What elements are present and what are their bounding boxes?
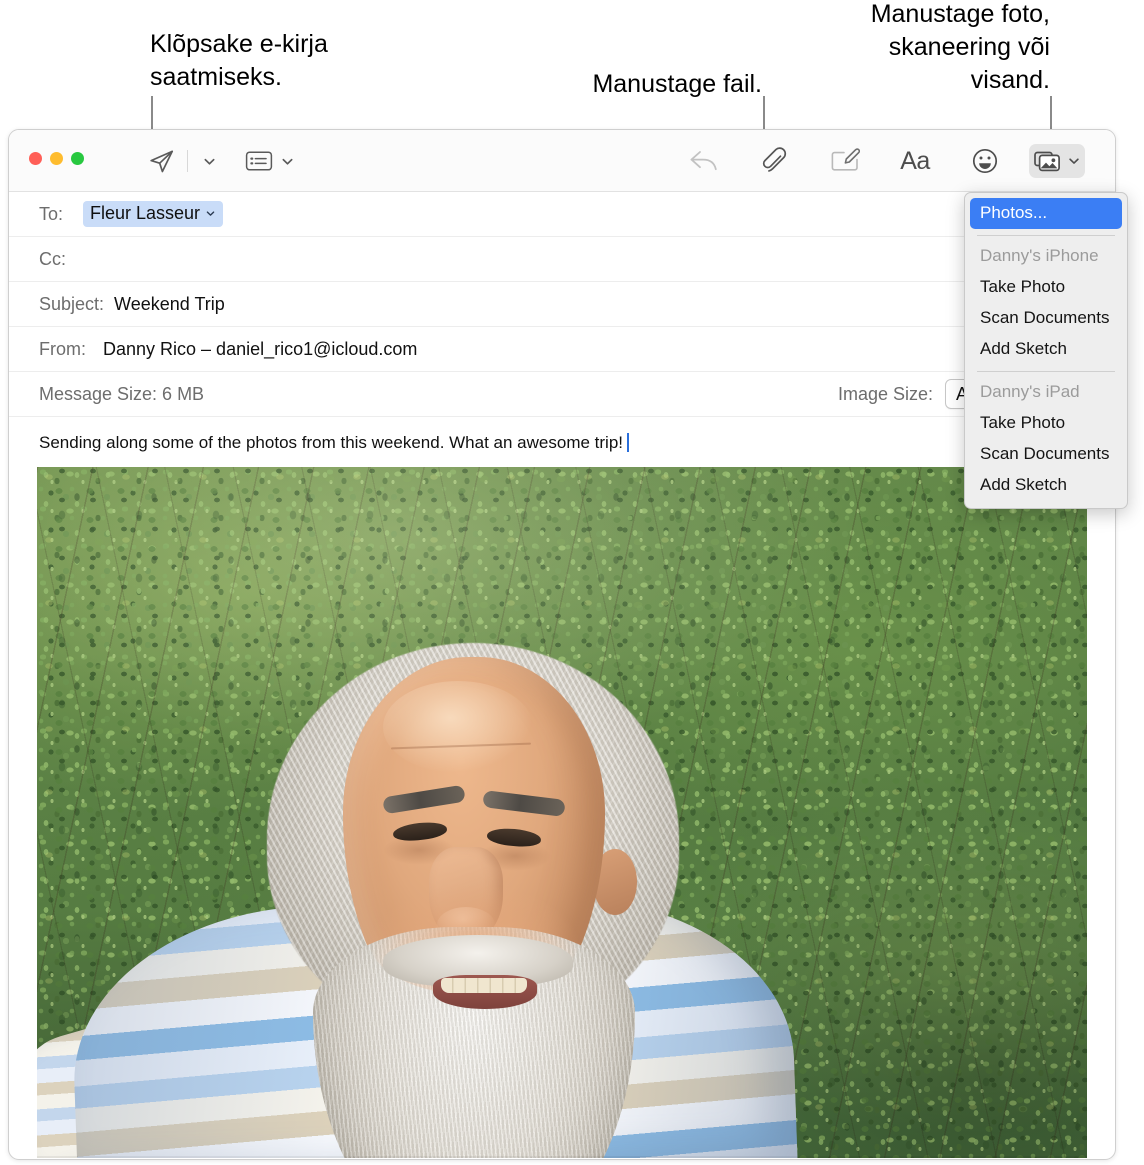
subject-field-row[interactable]: Subject: Weekend Trip: [9, 282, 1115, 327]
from-label: From:: [39, 338, 86, 359]
photo-attachment[interactable]: [37, 467, 1087, 1158]
message-body-text: Sending along some of the photos from th…: [39, 433, 623, 452]
menu-separator: [977, 371, 1115, 372]
callout-label-send: Klõpsake e-kirja saatmiseks.: [150, 30, 328, 91]
head: [267, 635, 679, 1158]
format-text-icon: Aa: [900, 146, 930, 175]
from-value: Danny Rico – daniel_rico1@icloud.com: [103, 338, 418, 359]
menu-item-ipad-scan-documents[interactable]: Scan Documents: [965, 439, 1127, 470]
teeth: [441, 978, 527, 993]
size-info-row: Message Size: 6 MB Image Size: Act: [9, 372, 1115, 417]
menu-separator: [977, 235, 1115, 236]
text-caret: [627, 433, 629, 452]
header-fields-icon: [245, 151, 273, 171]
person-subject: [37, 467, 1087, 1158]
reply-button[interactable]: [685, 144, 723, 178]
recipient-name: Fleur Lasseur: [90, 203, 201, 223]
markup-pen-icon: [831, 148, 860, 171]
close-button[interactable]: [29, 152, 42, 165]
menu-item-ipad-add-sketch[interactable]: Add Sketch: [965, 470, 1127, 501]
chevron-down-icon: [1068, 158, 1079, 164]
subject-label: Subject:: [39, 293, 105, 314]
emoji-smiley-icon: [972, 148, 998, 174]
toolbar-separator: [187, 150, 188, 172]
menu-item-iphone-add-sketch[interactable]: Add Sketch: [965, 334, 1127, 365]
image-size-label: Image Size:: [837, 383, 933, 404]
chevron-down-icon: [203, 158, 215, 165]
window-traffic-lights: [29, 152, 84, 165]
mail-compose-window: Aa To: Fleur Lasseur Cc: Subject: Weeken…: [8, 129, 1116, 1160]
menu-item-iphone-take-photo[interactable]: Take Photo: [965, 272, 1127, 303]
mouth: [433, 975, 537, 1009]
photo-bottom-edge: [37, 1156, 1087, 1158]
emoji-button[interactable]: [967, 144, 1003, 178]
compose-toolbar: Aa: [9, 130, 1115, 192]
attach-photo-button[interactable]: [1029, 144, 1085, 178]
chevron-down-icon: [281, 158, 293, 165]
paperclip-icon: [762, 147, 787, 172]
minimize-button[interactable]: [50, 152, 63, 165]
send-arrow-icon: [149, 150, 173, 172]
header-fields-chevron[interactable]: [277, 144, 297, 178]
attach-photo-menu: Photos... Danny's iPhone Take Photo Scan…: [964, 192, 1128, 509]
to-field-row[interactable]: To: Fleur Lasseur: [9, 192, 1115, 237]
format-text-button[interactable]: Aa: [895, 144, 935, 178]
recipient-token[interactable]: Fleur Lasseur: [83, 201, 224, 227]
zoom-button[interactable]: [71, 152, 84, 165]
menu-group-title-iphone: Danny's iPhone: [980, 246, 1099, 265]
message-body[interactable]: Sending along some of the photos from th…: [9, 417, 1115, 467]
send-button[interactable]: [143, 144, 179, 178]
header-fields-button[interactable]: [243, 144, 275, 178]
callout-label-attach-file: Manustage fail.: [592, 70, 762, 98]
from-field-row[interactable]: From: Danny Rico – daniel_rico1@icloud.c…: [9, 327, 1115, 372]
chevron-down-icon: [206, 211, 215, 216]
menu-group-title-ipad: Danny's iPad: [980, 382, 1080, 401]
subject-value: Weekend Trip: [114, 293, 225, 314]
cc-label: Cc:: [39, 248, 66, 269]
forehead-highlight: [383, 681, 533, 773]
menu-item-ipad-take-photo[interactable]: Take Photo: [965, 408, 1127, 439]
attach-file-button[interactable]: [757, 144, 791, 178]
menu-item-iphone-scan-documents[interactable]: Scan Documents: [965, 303, 1127, 334]
menu-item-photos[interactable]: Photos...: [970, 198, 1122, 229]
markup-button[interactable]: [827, 144, 863, 178]
photo-stack-icon: [1033, 151, 1060, 172]
to-label: To:: [39, 203, 64, 224]
callout-label-attach-photo: Manustage foto, skaneering või visand.: [870, 0, 1050, 94]
cc-field-row[interactable]: Cc:: [9, 237, 1115, 282]
reply-arrow-icon: [690, 151, 717, 171]
send-options-chevron[interactable]: [197, 144, 221, 178]
message-size-label: Message Size: 6 MB: [39, 383, 205, 404]
